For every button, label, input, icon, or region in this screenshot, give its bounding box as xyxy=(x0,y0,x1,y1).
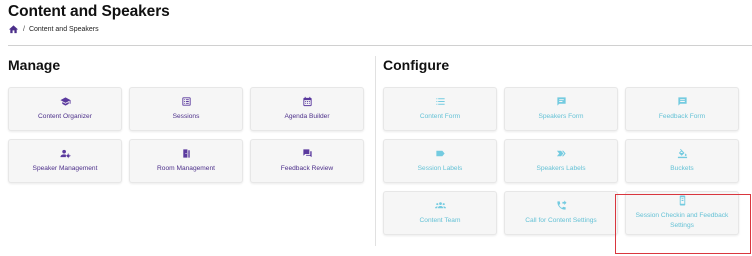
list-icon xyxy=(435,96,446,107)
graduation-cap-icon xyxy=(59,96,71,107)
card-label: Content Team xyxy=(419,216,461,224)
card-label: Call for Content Settings xyxy=(525,216,597,224)
section-divider xyxy=(375,56,376,246)
card-label: Room Management xyxy=(157,164,215,172)
card-label: Agenda Builder xyxy=(284,112,330,120)
card-content-form[interactable]: Content Form xyxy=(383,87,497,131)
card-label: Speaker Management xyxy=(32,164,98,172)
card-feedback-review[interactable]: Feedback Review xyxy=(250,139,364,183)
card-label: Session Labels xyxy=(417,164,463,172)
calendar-icon xyxy=(302,96,313,107)
card-speakers-form[interactable]: Speakers Form xyxy=(504,87,618,131)
chat-bubbles-icon xyxy=(302,148,313,159)
manage-section-title: Manage xyxy=(8,57,61,73)
double-label-icon xyxy=(556,148,567,159)
phone-forward-icon xyxy=(556,200,567,211)
card-sessions[interactable]: Sessions xyxy=(129,87,243,131)
card-label: Buckets xyxy=(670,164,694,172)
page-title: Content and Speakers xyxy=(8,3,170,20)
card-call-for-content-settings[interactable]: Call for Content Settings xyxy=(504,191,618,235)
card-label: Content Form xyxy=(419,112,461,120)
card-speaker-management[interactable]: Speaker Management xyxy=(8,139,122,183)
comment-icon xyxy=(677,96,688,107)
card-label: Feedback Form xyxy=(658,112,706,120)
card-speakers-labels[interactable]: Speakers Labels xyxy=(504,139,618,183)
card-label: Speakers Form xyxy=(538,112,584,120)
card-buckets[interactable]: Buckets xyxy=(625,139,739,183)
card-label: Content Organizer xyxy=(38,112,92,120)
breadcrumb-separator: / xyxy=(23,25,25,33)
card-label: Feedback Review xyxy=(280,164,334,172)
breadcrumb: / Content and Speakers xyxy=(8,23,99,35)
paint-bucket-icon xyxy=(677,148,688,159)
card-session-labels[interactable]: Session Labels xyxy=(383,139,497,183)
card-room-management[interactable]: Room Management xyxy=(129,139,243,183)
card-agenda-builder[interactable]: Agenda Builder xyxy=(250,87,364,131)
card-label: Speakers Labels xyxy=(536,164,586,172)
group-icon xyxy=(434,200,446,211)
label-icon xyxy=(435,148,446,159)
door-icon xyxy=(181,148,192,159)
home-icon[interactable] xyxy=(8,24,19,35)
configure-section-title: Configure xyxy=(383,57,450,73)
card-label: Sessions xyxy=(172,112,200,120)
list-box-icon xyxy=(181,96,192,107)
header-divider xyxy=(8,45,752,46)
card-content-organizer[interactable]: Content Organizer xyxy=(8,87,122,131)
card-feedback-form[interactable]: Feedback Form xyxy=(625,87,739,131)
people-gear-icon xyxy=(59,148,71,159)
speech-card-icon xyxy=(556,96,567,107)
highlight-box xyxy=(615,194,751,254)
card-content-team[interactable]: Content Team xyxy=(383,191,497,235)
breadcrumb-current: Content and Speakers xyxy=(28,25,99,33)
